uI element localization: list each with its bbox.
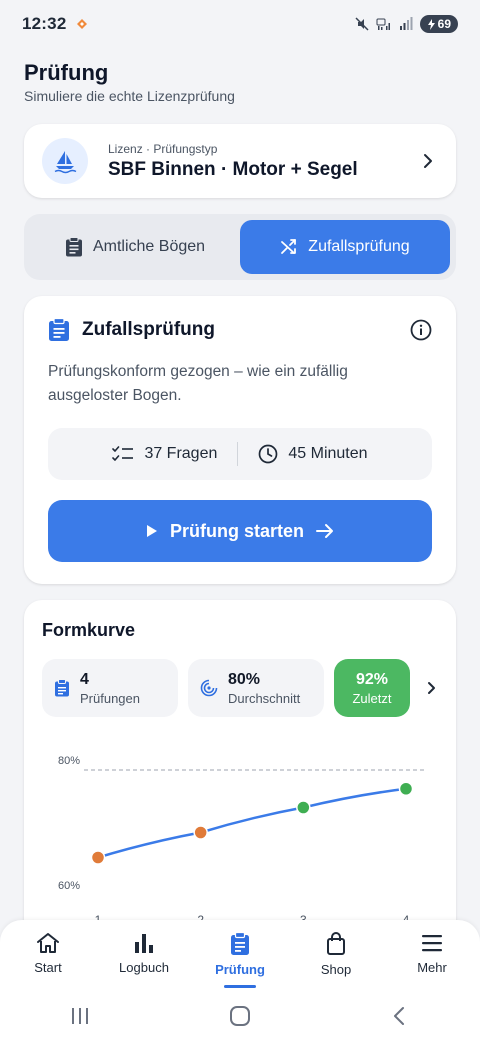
play-icon xyxy=(146,525,157,537)
license-value: SBF Binnen · Motor + Segel xyxy=(108,158,358,180)
duration: 45 Minuten xyxy=(238,444,387,464)
nav-logbook-label: Logbuch xyxy=(119,960,169,975)
start-exam-label: Prüfung starten xyxy=(169,520,304,541)
tab-official-label: Amtliche Bögen xyxy=(92,238,206,255)
clipboard-icon xyxy=(55,679,69,697)
y-tick-bottom: 60% xyxy=(58,880,80,892)
signal-bars-icon xyxy=(399,17,413,30)
chevron-right-icon xyxy=(424,154,432,168)
nav-logbook[interactable]: Logbuch xyxy=(104,932,184,975)
stat-average-value: 80% xyxy=(228,670,261,688)
clock-icon xyxy=(259,444,278,464)
exam-type-toggle: Amtliche Bögen Zufallsprüfung xyxy=(24,214,456,280)
y-tick-top: 80% xyxy=(58,755,80,767)
data-point-3[interactable] xyxy=(296,800,311,815)
exam-card-title: Zufallsprüfung xyxy=(82,319,215,340)
stat-latest-label: Zuletzt xyxy=(352,690,392,706)
stat-latest[interactable]: 92% Zuletzt xyxy=(334,659,410,717)
nav-exam[interactable]: Prüfung xyxy=(200,932,280,988)
target-icon xyxy=(200,679,218,697)
nav-active-indicator xyxy=(224,985,256,988)
score-line xyxy=(97,787,407,859)
home-icon xyxy=(37,933,59,953)
battery-indicator: 69 xyxy=(419,15,458,33)
data-point-4[interactable] xyxy=(398,781,414,796)
signal-5g-icon xyxy=(376,18,390,30)
tab-random-label: Zufallsprüfung xyxy=(308,238,410,255)
form-curve-chart: 80% 60% 1234 xyxy=(24,740,456,930)
recent-apps-icon[interactable] xyxy=(69,1006,91,1026)
form-curve-card: Formkurve 4 Prüfungen 80% Durchschnitt 9… xyxy=(24,600,456,960)
menu-icon xyxy=(422,935,442,952)
clipboard-icon xyxy=(49,318,69,341)
arrow-right-icon xyxy=(316,524,333,538)
stat-exams-value: 4 xyxy=(80,670,89,688)
stat-latest-value: 92% xyxy=(355,670,389,688)
bottom-navigation: Start Logbuch Prüfung Shop Mehr xyxy=(0,920,480,992)
shopping-bag-icon xyxy=(327,932,345,955)
stat-average[interactable]: 80% Durchschnitt xyxy=(188,659,324,717)
nav-exam-label: Prüfung xyxy=(215,962,265,977)
nav-more-label: Mehr xyxy=(417,960,447,975)
app-notification-icon xyxy=(77,19,88,29)
stats-row: 4 Prüfungen 80% Durchschnitt 92% Zuletzt xyxy=(42,659,438,717)
tab-official-sheets[interactable]: Amtliche Bögen xyxy=(30,220,240,274)
system-navigation xyxy=(0,992,480,1040)
stat-exams[interactable]: 4 Prüfungen xyxy=(42,659,178,717)
back-icon[interactable] xyxy=(389,1005,411,1027)
exam-meta: 37 Fragen 45 Minuten xyxy=(48,428,432,480)
data-point-2[interactable] xyxy=(193,825,208,840)
line-chart: 80% 60% 1234 xyxy=(58,755,426,927)
shuffle-icon xyxy=(281,239,297,254)
data-point-1[interactable] xyxy=(90,850,106,865)
stat-exams-label: Prüfungen xyxy=(80,690,140,706)
mute-icon xyxy=(355,17,369,31)
tab-random-exam[interactable]: Zufallsprüfung xyxy=(240,220,450,274)
duration-label: 45 Minuten xyxy=(288,445,368,462)
page-title: Prüfung xyxy=(24,60,109,85)
page-subtitle: Simuliere die echte Lizenzprüfung xyxy=(24,88,235,104)
clipboard-icon xyxy=(65,237,82,257)
charging-icon xyxy=(427,18,435,30)
question-count-label: 37 Fragen xyxy=(144,445,218,462)
license-label: Lizenz · Prüfungstyp xyxy=(108,141,218,156)
start-exam-button[interactable]: Prüfung starten xyxy=(48,500,432,562)
clipboard-icon xyxy=(231,932,249,955)
status-time: 12:32 xyxy=(22,14,67,33)
info-icon[interactable] xyxy=(410,319,432,341)
sailboat-icon xyxy=(42,138,88,184)
home-button-icon[interactable] xyxy=(229,1005,251,1027)
random-exam-card: Zufallsprüfung Prüfungskonform gezogen –… xyxy=(24,296,456,584)
question-count: 37 Fragen xyxy=(92,445,237,463)
form-curve-title: Formkurve xyxy=(42,620,136,640)
exam-description: Prüfungskonform gezogen – wie ein zufäll… xyxy=(48,363,348,404)
nav-shop[interactable]: Shop xyxy=(296,932,376,977)
nav-more[interactable]: Mehr xyxy=(392,932,472,975)
bar-chart-icon xyxy=(135,934,153,953)
checklist-icon xyxy=(112,446,134,461)
nav-shop-label: Shop xyxy=(320,962,352,977)
stat-average-label: Durchschnitt xyxy=(228,690,301,706)
license-selector[interactable]: Lizenz · Prüfungstyp SBF Binnen · Motor … xyxy=(24,124,456,198)
status-bar: 12:32 69 xyxy=(0,0,480,48)
battery-level: 69 xyxy=(437,17,451,31)
nav-start-label: Start xyxy=(34,960,62,975)
nav-start[interactable]: Start xyxy=(8,932,88,975)
chevron-right-icon[interactable] xyxy=(426,681,438,695)
